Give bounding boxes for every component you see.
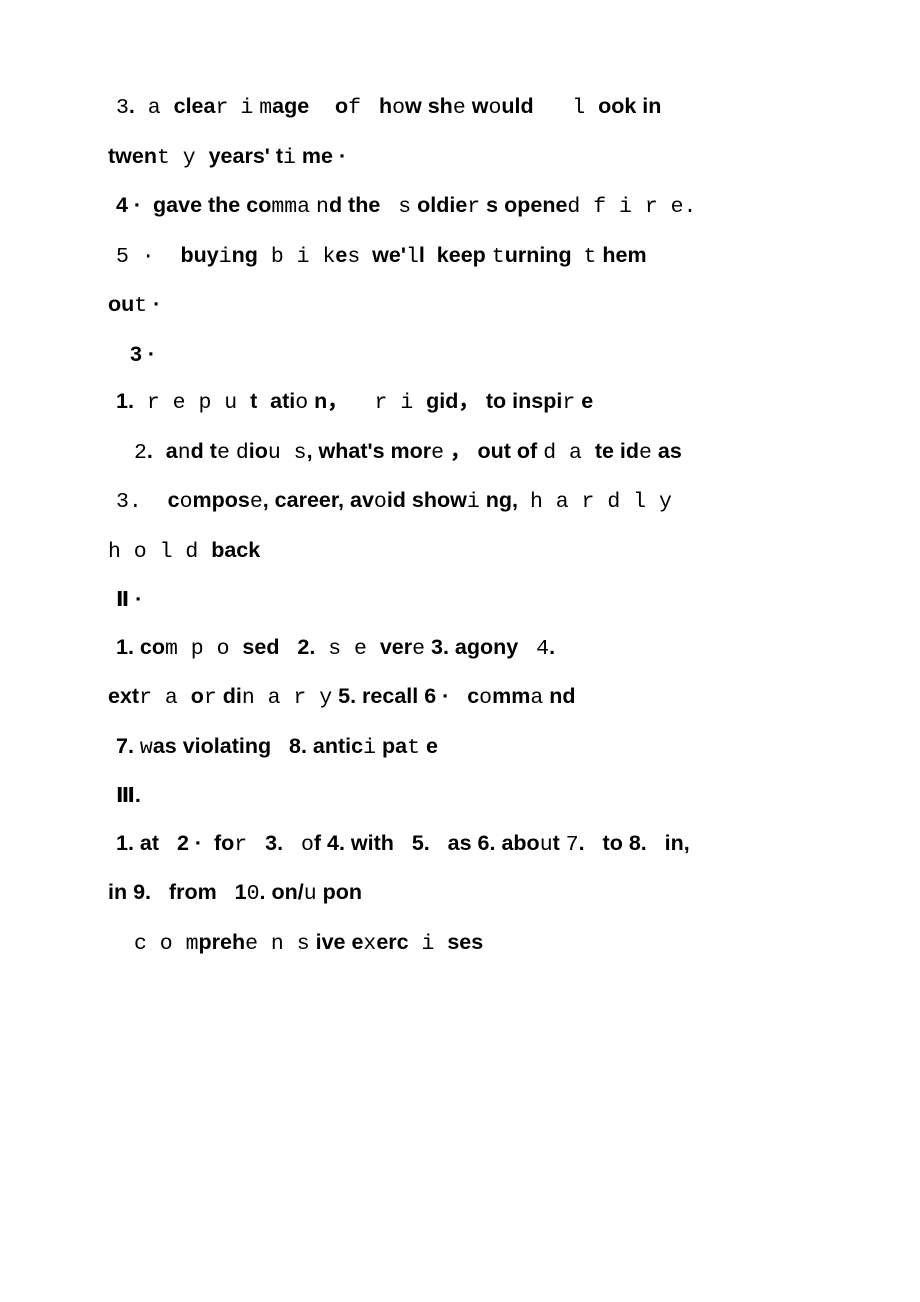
answer-line-r3a: 3. compose, career, avoid showi ng, h a … (116, 488, 672, 514)
answer-line-5b: out · (108, 292, 161, 318)
answer-line-II-3: 7. was violating 8. antici pat e (116, 733, 438, 760)
answer-line-r2: 2. and te diou s, what's more ， out of d… (134, 438, 682, 465)
answer-line-4: 4 · gave the comma nd the s oldier s ope… (116, 193, 697, 219)
answer-line-II-2: extr a or din a r y 5. recall 6 · comma … (108, 684, 576, 710)
answer-line-III-2: in 9. from 10. on/u pon (108, 880, 362, 906)
footer-comprehensive-exercises: c o mprehe n s ive exerc i ses (134, 929, 484, 956)
answer-line-II-1: 1. com p o sed 2. s e vere 3. agony 4. (116, 634, 556, 661)
answer-line-3b: twent y years' ti me · (108, 143, 347, 170)
answer-line-3a: 3. a clear i mage of how she would l ook… (116, 94, 662, 120)
document-page: 3. a clear i mage of how she would l ook… (0, 0, 920, 1302)
section-label-III: Ⅲ. (116, 783, 141, 807)
answer-line-r3b: h o l d back (108, 537, 261, 564)
section-label-II: Ⅱ · (116, 587, 143, 611)
answer-line-r1: 1. r e p u t atio n， r i gid， to inspir … (116, 389, 594, 415)
section-label-3: 3 · (130, 341, 156, 366)
document-body: 3. a clear i mage of how she would l ook… (108, 94, 808, 956)
answer-line-III-1: 1. at 2 · for 3. of 4. with 5. as 6. abo… (116, 830, 690, 857)
answer-line-5a: 5 · buying b i kes we'll keep turning t … (116, 242, 647, 269)
